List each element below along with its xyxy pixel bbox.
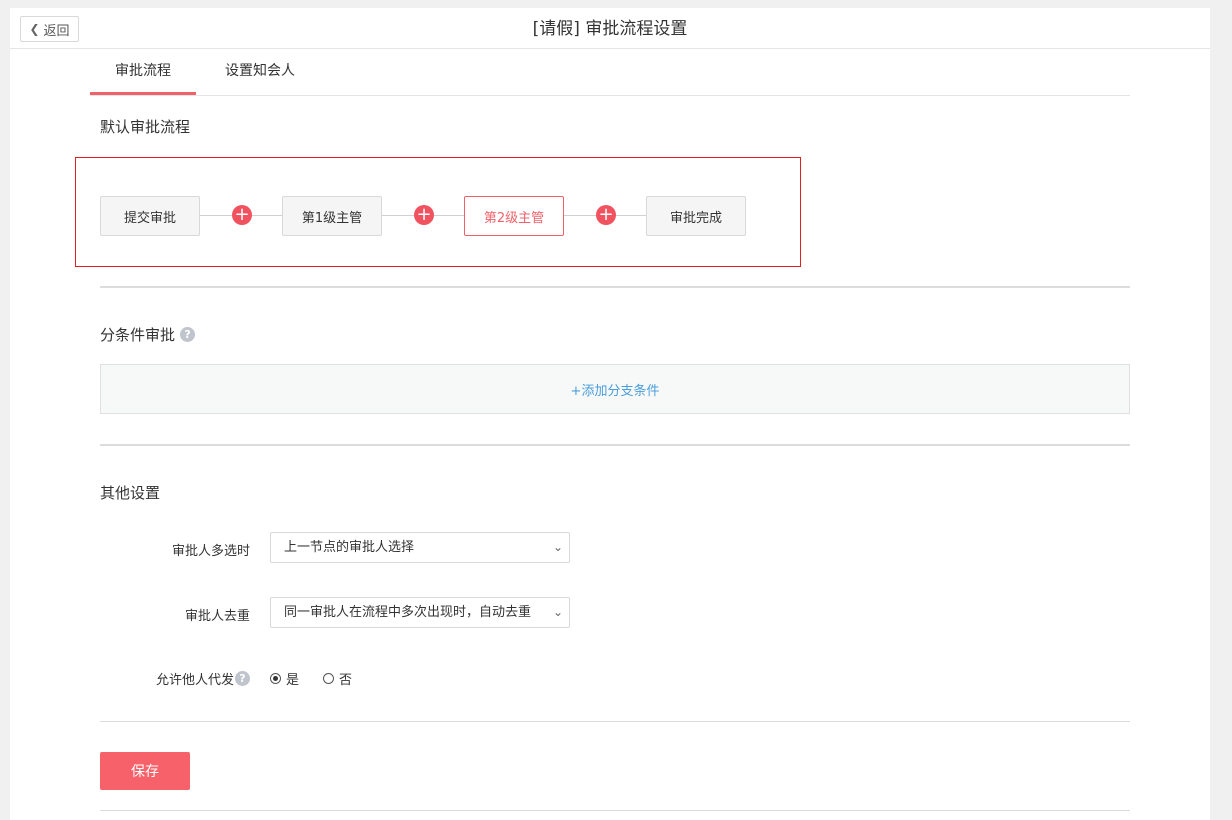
allow-proxy-radio-group: 是 否: [270, 669, 376, 688]
flow-node-level2-manager[interactable]: 第2级主管: [464, 196, 564, 236]
section-divider: [100, 810, 1130, 811]
add-node-icon[interactable]: +: [232, 205, 252, 225]
section-divider: [100, 286, 1130, 288]
back-button-label: 返回: [43, 23, 70, 39]
flow-node-level1-manager[interactable]: 第1级主管: [282, 196, 382, 236]
other-settings-title: 其他设置: [100, 484, 161, 502]
save-button[interactable]: 保存: [100, 752, 190, 790]
multi-approver-label: 审批人多选时: [171, 544, 250, 559]
chevron-down-icon: ⌄: [551, 598, 565, 627]
flow-node-complete[interactable]: 审批完成: [646, 196, 746, 236]
conditional-approval-title: 分条件审批 ?: [100, 324, 196, 345]
main-panel: [请假] 审批流程设置 ❮ 返回 审批流程 设置知会人 默认审批流程 提交审批 …: [10, 8, 1210, 820]
radio-yes[interactable]: 是: [270, 669, 299, 688]
dedupe-label: 审批人去重: [184, 609, 250, 624]
back-button[interactable]: ❮ 返回: [20, 16, 79, 42]
radio-unchecked-icon: [323, 673, 335, 684]
tab-approval-flow[interactable]: 审批流程: [90, 55, 196, 95]
radio-yes-label: 是: [286, 673, 300, 688]
add-branch-condition-button[interactable]: +添加分支条件: [100, 364, 1130, 414]
multi-approver-select[interactable]: 上一节点的审批人选择 ⌄: [270, 532, 570, 563]
allow-proxy-label: 允许他人代发: [155, 673, 234, 688]
allow-proxy-label-group: 允许他人代发 ?: [100, 669, 250, 688]
radio-no[interactable]: 否: [323, 669, 352, 688]
tab-notify-persons[interactable]: 设置知会人: [206, 55, 314, 94]
tab-bar: 审批流程 设置知会人: [90, 55, 1130, 96]
add-node-icon[interactable]: +: [414, 205, 434, 225]
default-flow-title: 默认审批流程: [100, 118, 191, 136]
dedupe-select[interactable]: 同一审批人在流程中多次出现时，自动去重 ⌄: [270, 597, 570, 628]
radio-no-label: 否: [339, 673, 353, 688]
chevron-down-icon: ⌄: [551, 533, 565, 562]
add-node-icon[interactable]: +: [596, 205, 616, 225]
flow-node-submit[interactable]: 提交审批: [100, 196, 200, 236]
conditional-approval-label: 分条件审批: [100, 326, 176, 344]
section-divider: [100, 721, 1130, 722]
help-icon[interactable]: ?: [180, 327, 196, 342]
radio-checked-icon: [270, 673, 281, 684]
multi-approver-value: 上一节点的审批人选择: [284, 540, 415, 555]
section-divider: [100, 444, 1130, 446]
dedupe-value: 同一审批人在流程中多次出现时，自动去重: [284, 605, 532, 620]
help-icon[interactable]: ?: [235, 671, 250, 686]
page-title: [请假] 审批流程设置: [532, 19, 688, 39]
chevron-left-icon: ❮: [29, 22, 40, 36]
top-bar: [请假] 审批流程设置 ❮ 返回: [10, 8, 1210, 49]
